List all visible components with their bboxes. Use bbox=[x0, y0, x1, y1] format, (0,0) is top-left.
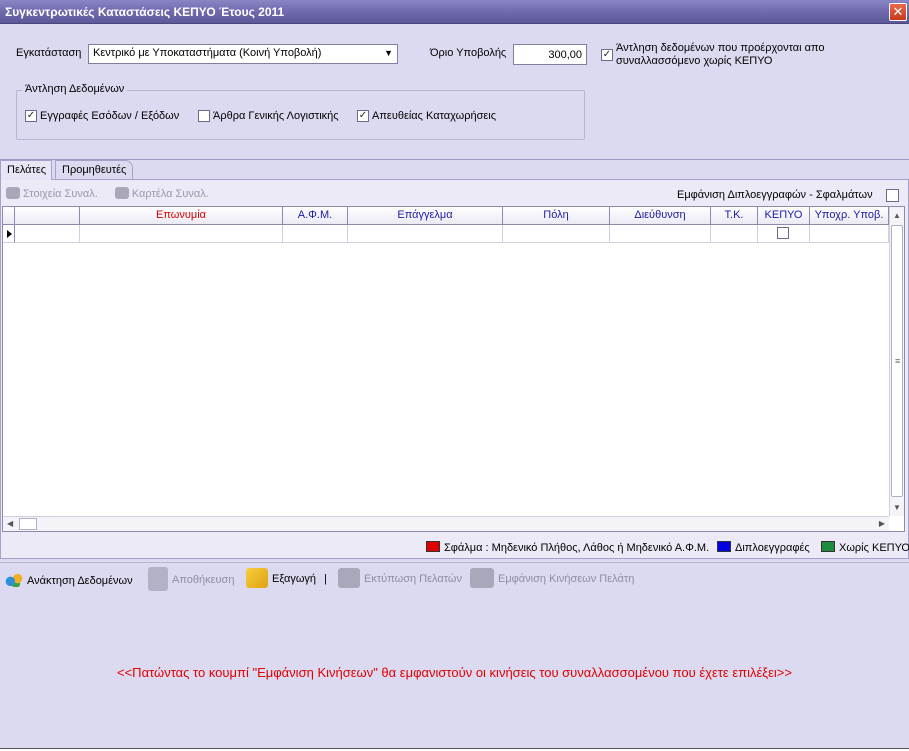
cell-kepyo[interactable] bbox=[758, 225, 810, 243]
details-icon bbox=[6, 187, 20, 199]
show-duplicates-label: Εμφάνιση Διπλοεγγραφών - Σφαλμάτων bbox=[677, 189, 873, 201]
fetch-without-kepyo-label-line2: συναλλασσόμενο χωρίς ΚΕΠΥΟ bbox=[616, 55, 773, 67]
vertical-scroll-thumb[interactable]: ≡ bbox=[891, 225, 903, 497]
toolbar-separator: | bbox=[324, 573, 327, 585]
column-header-kepyo[interactable]: ΚΕΠΥΟ bbox=[758, 207, 810, 225]
export-label: Εξαγωγή bbox=[272, 573, 317, 585]
show-movements-button[interactable]: Εμφάνιση Κινήσεων Πελάτη bbox=[470, 568, 634, 588]
tab-customers[interactable]: Πελάτες bbox=[0, 160, 52, 180]
direct-entries-checkbox[interactable]: ✓ bbox=[357, 110, 369, 122]
column-header-zip[interactable]: Τ.Κ. bbox=[711, 207, 758, 225]
message-panel: <<Πατώντας το κουμπί "Εμφάνιση Κινήσεων"… bbox=[0, 597, 909, 748]
limit-label: Όριο Υποβολής bbox=[430, 47, 507, 59]
fetch-without-kepyo-checkbox[interactable]: ✓ bbox=[601, 49, 613, 61]
window-title: Συγκεντρωτικές Καταστάσεις ΚΕΠΥΟ Έτους 2… bbox=[5, 5, 285, 19]
card-button[interactable]: Καρτέλα Συναλ. bbox=[114, 187, 209, 200]
action-toolbar: Ανάκτηση Δεδομένων Αποθήκευση Εξαγωγή | … bbox=[0, 562, 909, 596]
column-header-name[interactable]: Επωνυμία bbox=[80, 207, 283, 225]
fetch-without-kepyo-label: Άντληση δεδομένων που προέρχονται απο συ… bbox=[616, 42, 825, 68]
installation-label: Εγκατάσταση bbox=[16, 47, 82, 59]
fetch-without-kepyo-label-line1: Άντληση δεδομένων που προέρχονται απο bbox=[616, 42, 825, 54]
cell[interactable] bbox=[15, 225, 80, 243]
legend-no-kepyo: Χωρίς ΚΕΠΥΟ bbox=[821, 541, 909, 555]
header-blank bbox=[15, 207, 80, 225]
grip-icon: ≡ bbox=[895, 356, 901, 366]
cell-city[interactable] bbox=[503, 225, 610, 243]
income-expense-label: Εγγραφές Εσόδων / Εξόδων bbox=[40, 110, 180, 122]
fetch-data-icon bbox=[5, 573, 23, 587]
installation-select[interactable]: Κεντρικό με Υποκαταστήματα (Κοινή Υποβολ… bbox=[88, 44, 398, 64]
header-indicator bbox=[3, 207, 15, 225]
legend-no-kepyo-label: Χωρίς ΚΕΠΥΟ bbox=[839, 542, 909, 554]
legend-error-label: Σφάλμα : Μηδενικό Πλήθος, Λάθος ή Μηδενι… bbox=[444, 542, 710, 554]
cell-afm[interactable] bbox=[283, 225, 348, 243]
details-button[interactable]: Στοιχεία Συναλ. bbox=[6, 187, 98, 200]
details-label: Στοιχεία Συναλ. bbox=[23, 188, 98, 200]
print-customers-button[interactable]: Εκτύπωση Πελατών bbox=[338, 568, 462, 588]
table-row[interactable] bbox=[3, 225, 889, 243]
movements-icon bbox=[470, 568, 494, 588]
print-icon bbox=[338, 568, 360, 588]
data-source-legend: Άντληση Δεδομένων bbox=[22, 83, 128, 95]
grid-header: Επωνυμία Α.Φ.Μ. Επάγγελμα Πόλη Διεύθυνση… bbox=[3, 207, 889, 225]
cell-profession[interactable] bbox=[348, 225, 503, 243]
general-ledger-checkbox[interactable] bbox=[198, 110, 210, 122]
scroll-up-icon[interactable]: ▲ bbox=[893, 211, 901, 220]
save-icon bbox=[148, 567, 168, 591]
cell-address[interactable] bbox=[610, 225, 711, 243]
limit-input[interactable] bbox=[513, 44, 587, 65]
scroll-right-icon[interactable]: ▶ bbox=[879, 519, 885, 528]
info-message: <<Πατώντας το κουμπί "Εμφάνιση Κινήσεων"… bbox=[117, 665, 792, 680]
fetch-data-label: Ανάκτηση Δεδομένων bbox=[27, 575, 133, 587]
card-label: Καρτέλα Συναλ. bbox=[131, 188, 209, 200]
filter-panel: Εγκατάσταση Κεντρικό με Υποκαταστήματα (… bbox=[0, 25, 909, 159]
column-header-city[interactable]: Πόλη bbox=[503, 207, 610, 225]
save-label: Αποθήκευση bbox=[172, 574, 235, 586]
column-header-address[interactable]: Διεύθυνση bbox=[610, 207, 711, 225]
horizontal-scroll-thumb[interactable] bbox=[19, 518, 37, 530]
legend-error: Σφάλμα : Μηδενικό Πλήθος, Λάθος ή Μηδενι… bbox=[426, 541, 709, 555]
row-indicator-icon bbox=[3, 225, 15, 243]
horizontal-scrollbar[interactable]: ◀ ▶ bbox=[3, 516, 889, 531]
show-duplicates: Εμφάνιση Διπλοεγγραφών - Σφαλμάτων bbox=[677, 189, 873, 201]
cell-obligation[interactable] bbox=[810, 225, 889, 243]
fetch-data-button[interactable]: Ανάκτηση Δεδομένων bbox=[5, 573, 133, 587]
legend-duplicate: Διπλοεγγραφές bbox=[717, 541, 810, 555]
income-expense-checkbox[interactable]: ✓ bbox=[25, 110, 37, 122]
green-swatch-icon bbox=[821, 541, 835, 552]
cell-name[interactable] bbox=[80, 225, 283, 243]
grid-toolbar: Στοιχεία Συναλ. Καρτέλα Συναλ. bbox=[6, 187, 223, 200]
column-header-obligation[interactable]: Υποχρ. Υποβ. bbox=[810, 207, 889, 225]
kepyo-checkbox[interactable] bbox=[777, 227, 789, 239]
blue-swatch-icon bbox=[717, 541, 731, 552]
card-icon bbox=[114, 187, 129, 199]
direct-entries-label: Απευθείας Καταχωρήσεις bbox=[372, 110, 497, 122]
show-duplicates-checkbox[interactable] bbox=[886, 189, 899, 202]
print-customers-label: Εκτύπωση Πελατών bbox=[364, 573, 463, 585]
title-bar: Συγκεντρωτικές Καταστάσεις ΚΕΠΥΟ Έτους 2… bbox=[0, 0, 909, 24]
main-window: Συγκεντρωτικές Καταστάσεις ΚΕΠΥΟ Έτους 2… bbox=[0, 0, 909, 751]
installation-value: Κεντρικό με Υποκαταστήματα (Κοινή Υποβολ… bbox=[93, 47, 322, 59]
chevron-down-icon: ▼ bbox=[384, 48, 393, 58]
save-button[interactable]: Αποθήκευση bbox=[148, 567, 234, 591]
vertical-scrollbar[interactable]: ▲ ≡ ▼ bbox=[889, 207, 904, 516]
red-swatch-icon bbox=[426, 541, 440, 552]
column-header-afm[interactable]: Α.Φ.Μ. bbox=[283, 207, 348, 225]
scroll-left-icon[interactable]: ◀ bbox=[7, 519, 13, 528]
column-header-profession[interactable]: Επάγγελμα bbox=[348, 207, 503, 225]
divider bbox=[0, 159, 909, 160]
legend-duplicate-label: Διπλοεγγραφές bbox=[735, 542, 810, 554]
data-source-group: Άντληση Δεδομένων ✓ Εγγραφές Εσόδων / Εξ… bbox=[16, 83, 585, 140]
general-ledger-label: Άρθρα Γενικής Λογιστικής bbox=[213, 110, 339, 122]
tab-suppliers[interactable]: Προμηθευτές bbox=[55, 160, 133, 180]
cell-zip[interactable] bbox=[711, 225, 758, 243]
scroll-down-icon[interactable]: ▼ bbox=[893, 503, 901, 512]
close-button[interactable]: ✕ bbox=[889, 3, 907, 21]
export-button[interactable]: Εξαγωγή bbox=[246, 568, 316, 588]
show-movements-label: Εμφάνιση Κινήσεων Πελάτη bbox=[498, 573, 635, 585]
export-icon bbox=[246, 568, 268, 588]
customers-grid: Επωνυμία Α.Φ.Μ. Επάγγελμα Πόλη Διεύθυνση… bbox=[2, 206, 905, 532]
